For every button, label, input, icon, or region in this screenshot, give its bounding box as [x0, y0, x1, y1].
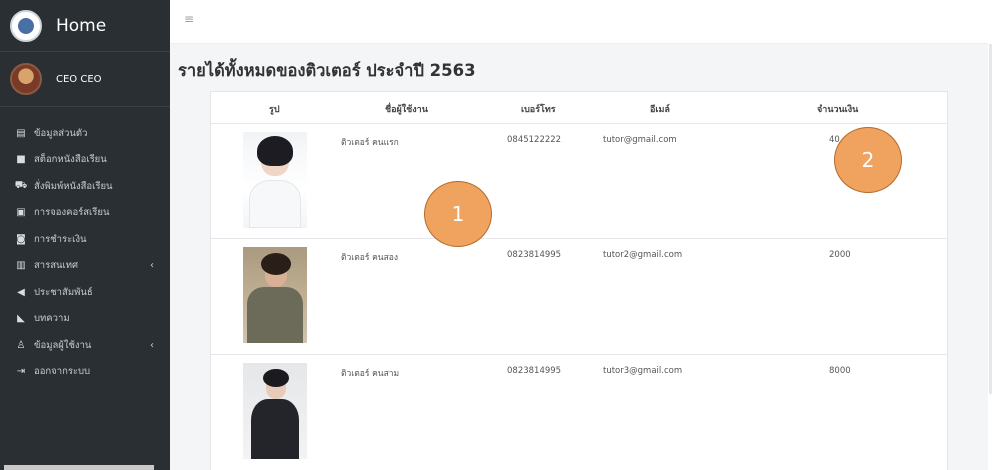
document-icon: ▣: [16, 207, 26, 219]
sidebar-item-label: สั่งพิมพ์หนังสือเรียน: [34, 180, 113, 192]
money-icon: ◙: [16, 233, 26, 245]
cell-amount: 2000: [829, 250, 851, 260]
sidebar-item-label: ข้อมูลผู้ใช้งาน: [34, 339, 92, 351]
cell-email: tutor3@gmail.com: [603, 366, 683, 376]
cell-username: ติวเตอร์ คนสาม: [341, 369, 400, 379]
page-scrollbar[interactable]: [989, 44, 992, 394]
chevron-left-icon: ‹: [150, 339, 154, 351]
page-title: รายได้ทั้งหมดของติวเตอร์ ประจำปี 2563: [178, 61, 476, 80]
hamburger-menu-icon[interactable]: ≡: [184, 12, 194, 26]
avatar: [10, 63, 42, 95]
sidebar-item-payment[interactable]: ◙ การชำระเงิน: [0, 226, 170, 253]
rss-icon: ◣: [17, 313, 25, 325]
cell-phone: 0823814995: [507, 366, 562, 376]
column-header-username: ชื่อผู้ใช้งาน: [385, 105, 428, 115]
annotation-marker-1: 1: [424, 181, 492, 247]
cell-phone: 0845122222: [507, 135, 562, 145]
column-header-phone: เบอร์โทร: [521, 105, 556, 115]
cell-username: ติวเตอร์ คนแรก: [341, 138, 399, 148]
sidebar-scrollbar[interactable]: [4, 465, 154, 470]
stock-icon: ■: [16, 154, 26, 166]
sidebar-item-logout[interactable]: ⇥ ออกจากระบบ: [0, 359, 170, 386]
column-header-amount: จำนวนเงิน: [817, 105, 859, 115]
user-icon: ♙: [16, 339, 26, 351]
table-row: ติวเตอร์ คนแรก 0845122222 tutor@gmail.co…: [211, 124, 947, 239]
cell-email: tutor2@gmail.com: [603, 250, 683, 260]
bar-chart-icon: ▥: [16, 260, 26, 272]
sidebar-item-label: ออกจากระบบ: [34, 366, 91, 378]
sidebar-item-label: ข้อมูลส่วนตัว: [34, 127, 88, 139]
column-header-photo: รูป: [269, 105, 280, 115]
column-header-email: อีเมล์: [650, 105, 670, 115]
main-content: รายได้ทั้งหมดของติวเตอร์ ประจำปี 2563 รู…: [170, 44, 988, 470]
brand-title: Home: [56, 15, 107, 36]
sidebar-item-articles[interactable]: ◣ บทความ: [0, 306, 170, 333]
sidebar-item-label: ประชาสัมพันธ์: [34, 286, 93, 298]
brand-home-link[interactable]: Home: [0, 0, 170, 52]
sidebar-item-information[interactable]: ▥ สารสนเทศ ‹: [0, 253, 170, 280]
sidebar-item-announcements[interactable]: ◀ ประชาสัมพันธ์: [0, 279, 170, 306]
sidebar-item-profile[interactable]: ▤ ข้อมูลส่วนตัว: [0, 120, 170, 147]
topbar: ≡: [170, 0, 988, 44]
table-header: รูป ชื่อผู้ใช้งาน เบอร์โทร อีเมล์ จำนวนเ…: [211, 92, 947, 124]
app-window: Home CEO CEO ▤ ข้อมูลส่วนตัว ■ สต็อกหนังสื…: [0, 0, 997, 470]
sidebar-menu: ▤ ข้อมูลส่วนตัว ■ สต็อกหนังสือเรียน ⛟ สั่งพ…: [0, 107, 170, 385]
cell-username: ติวเตอร์ คนสอง: [341, 253, 399, 263]
sidebar-item-print-books[interactable]: ⛟ สั่งพิมพ์หนังสือเรียน: [0, 173, 170, 200]
megaphone-icon: ◀: [17, 286, 25, 298]
cell-email: tutor@gmail.com: [603, 135, 677, 145]
sidebar-item-label: สต็อกหนังสือเรียน: [34, 154, 107, 166]
sidebar-item-users[interactable]: ♙ ข้อมูลผู้ใช้งาน ‹: [0, 332, 170, 359]
sidebar-item-label: บทความ: [34, 313, 70, 325]
user-panel[interactable]: CEO CEO: [0, 52, 170, 107]
table-row: ติวเตอร์ คนสาม 0823814995 tutor3@gmail.c…: [211, 355, 947, 470]
cell-phone: 0823814995: [507, 250, 562, 260]
school-logo-icon: [10, 9, 42, 42]
id-card-icon: ▤: [16, 127, 26, 139]
sidebar-item-label: การชำระเงิน: [34, 233, 87, 245]
sidebar-item-book-stock[interactable]: ■ สต็อกหนังสือเรียน: [0, 147, 170, 174]
user-name: CEO CEO: [56, 73, 102, 85]
tutor-photo: [243, 132, 307, 228]
annotation-marker-2: 2: [834, 127, 902, 193]
cart-icon: ⛟: [14, 179, 28, 191]
table-row: ติวเตอร์ คนสอง 0823814995 tutor2@gmail.c…: [211, 239, 947, 355]
cell-amount: 8000: [829, 366, 851, 376]
logout-icon: ⇥: [16, 366, 26, 378]
tutor-photo: [243, 247, 307, 343]
sidebar-item-label: สารสนเทศ: [34, 260, 79, 272]
sidebar: Home CEO CEO ▤ ข้อมูลส่วนตัว ■ สต็อกหนังสื…: [0, 0, 170, 470]
chevron-left-icon: ‹: [150, 260, 154, 272]
tutor-photo: [243, 363, 307, 459]
sidebar-item-course-booking[interactable]: ▣ การจองคอร์สเรียน: [0, 200, 170, 227]
sidebar-item-label: การจองคอร์สเรียน: [34, 207, 110, 219]
